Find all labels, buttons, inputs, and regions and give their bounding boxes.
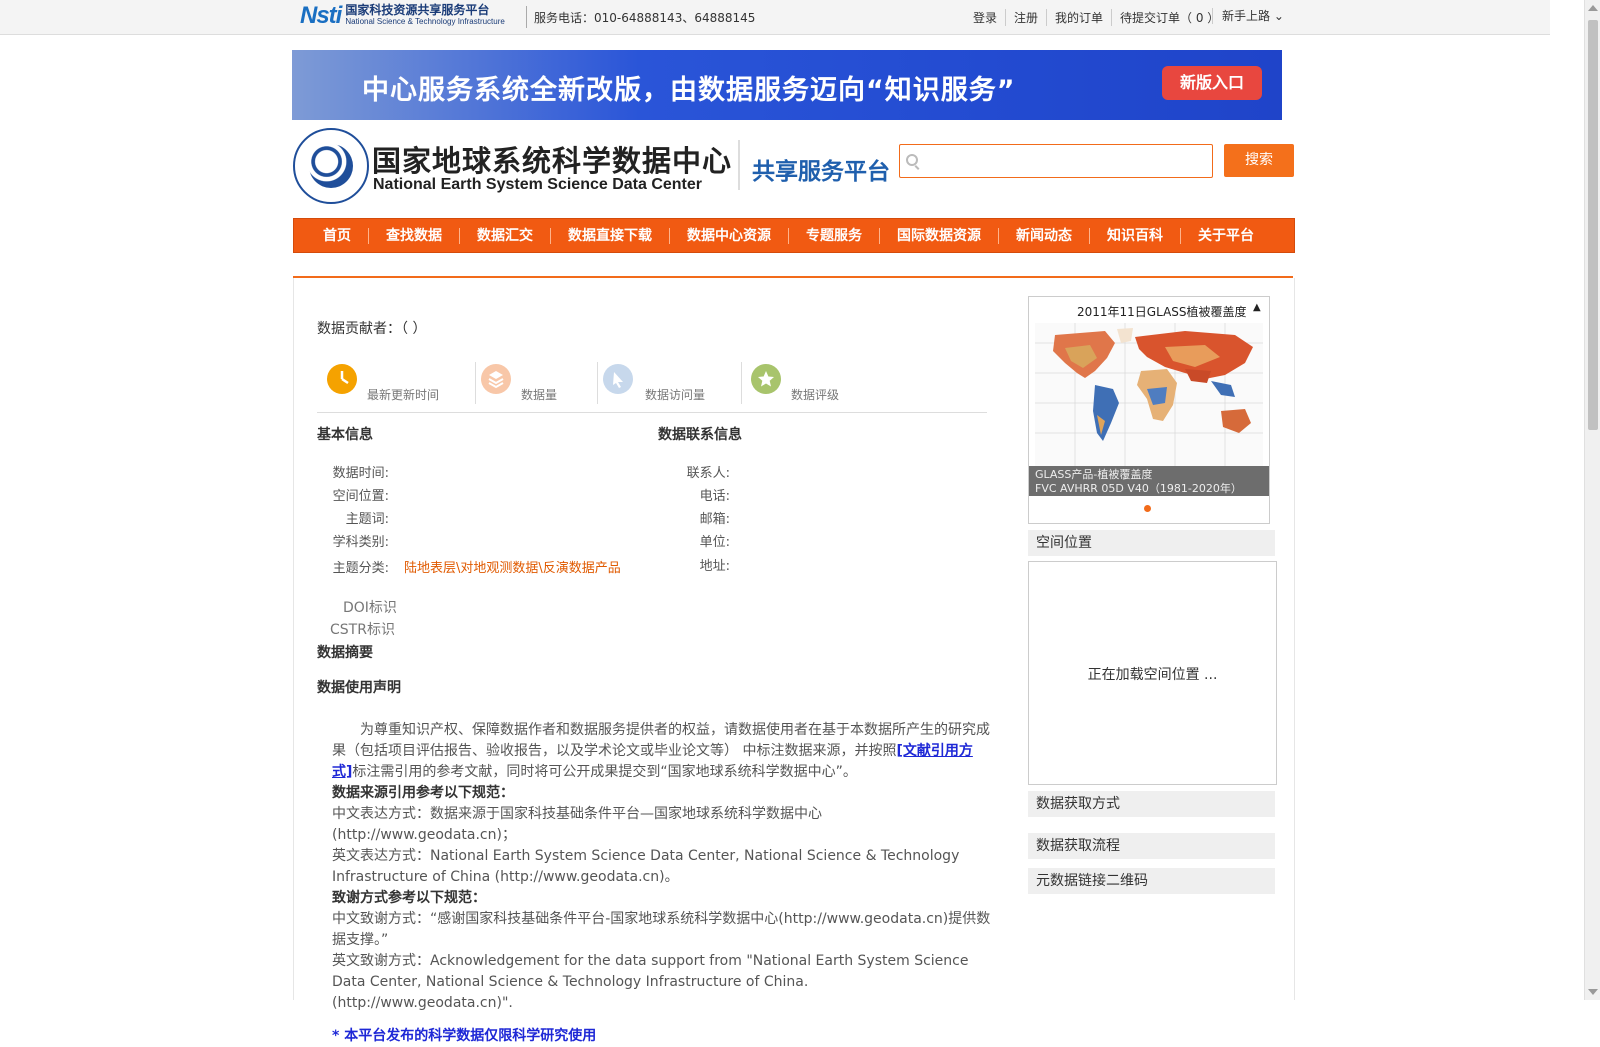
world-map-image	[1035, 323, 1263, 466]
cursor-icon	[603, 364, 633, 394]
layers-icon	[481, 364, 511, 394]
nav-knowledge[interactable]: 知识百科	[1089, 227, 1180, 244]
divider	[597, 362, 598, 404]
abstract-title: 数据摘要	[317, 645, 373, 661]
stats-bar: 最新更新时间 数据量 数据访问量 数据评级	[317, 360, 987, 413]
nav-find-data[interactable]: 查找数据	[368, 227, 459, 244]
ack-cn: 中文致谢方式：“感谢国家科技基础条件平台-国家地球系统科学数据中心(http:/…	[332, 911, 991, 948]
cite-rule-title: 数据来源引用参考以下规范：	[332, 785, 514, 801]
data-contributor: 数据贡献者：（ ）	[317, 321, 427, 337]
cite-cn: 中文表达方式：数据来源于国家科技基础条件平台—国家地球系统科学数据中心(http…	[332, 806, 822, 843]
divider	[1212, 8, 1213, 24]
access-method-tab[interactable]: 数据获取方式	[1028, 791, 1275, 817]
promo-banner[interactable]: 中心服务系统全新改版，由数据服务迈向“知识服务” 新版入口	[292, 50, 1282, 120]
nsti-mark: Nsti	[300, 2, 342, 29]
login-link[interactable]: 登录	[965, 9, 1005, 26]
beginner-guide-dropdown[interactable]: 新手上路 ⌄	[1222, 7, 1284, 24]
slide-title: 2011年11日GLASS植被覆盖度	[1077, 305, 1247, 319]
scroll-up-icon[interactable]	[1588, 5, 1598, 11]
new-version-button[interactable]: 新版入口	[1162, 66, 1262, 100]
field-phone: 电话:	[699, 489, 730, 504]
nav-center-resources[interactable]: 数据中心资源	[669, 227, 788, 244]
hotline: 服务电话：010-64888143、64888145	[534, 11, 756, 25]
field-contact: 联系人:	[686, 466, 730, 481]
field-data-time: 数据时间:	[332, 466, 389, 481]
field-organization: 单位:	[699, 535, 730, 550]
ack-en: 英文致谢方式：Acknowledgement for the data supp…	[332, 953, 969, 1011]
loading-text: 正在加载空间位置 ...	[1087, 667, 1218, 683]
scroll-thumb[interactable]	[1588, 20, 1598, 430]
usage-declaration: 为尊重知识产权、保障数据作者和数据服务提供者的权益，请数据使用者在基于本数据所产…	[332, 720, 992, 1047]
basic-info-title: 基本信息	[317, 427, 373, 443]
slider-dot[interactable]	[1144, 505, 1151, 512]
search-icon	[906, 154, 918, 166]
access-flow-tab[interactable]: 数据获取流程	[1028, 833, 1275, 859]
metadata-qrcode-tab[interactable]: 元数据链接二维码	[1028, 868, 1275, 894]
nav-international-data[interactable]: 国际数据资源	[879, 227, 998, 244]
clock-icon	[327, 364, 357, 394]
banner-text: 中心服务系统全新改版，由数据服务迈向“知识服务”	[362, 75, 1016, 106]
divider	[741, 362, 742, 404]
chevron-down-icon: ⌄	[1273, 9, 1284, 23]
nsti-name-en: National Science & Technology Infrastruc…	[345, 17, 505, 26]
center-logo-icon[interactable]	[293, 128, 369, 204]
cite-en: 英文表达方式：National Earth System Science Dat…	[332, 848, 960, 885]
scroll-down-icon[interactable]	[1588, 989, 1598, 995]
field-discipline: 学科类别:	[332, 535, 389, 550]
spatial-map-panel[interactable]: 正在加载空间位置 ...	[1028, 561, 1277, 785]
org-name-cn: 国家地球系统科学数据中心	[372, 144, 733, 178]
divider	[475, 362, 476, 404]
platform-name: 共享服务平台	[752, 159, 890, 185]
field-keywords: 主题词:	[345, 512, 389, 527]
usage-note: * 本平台发布的科学数据仅限科学研究使用	[332, 1028, 597, 1044]
nav-about[interactable]: 关于平台	[1180, 227, 1271, 244]
doi-label: DOI标识	[343, 600, 397, 616]
star-icon	[751, 364, 781, 394]
search-input[interactable]	[924, 151, 1208, 173]
register-link[interactable]: 注册	[1005, 9, 1046, 26]
nav-news[interactable]: 新闻动态	[998, 227, 1089, 244]
declaration-title: 数据使用声明	[317, 680, 401, 696]
nsti-logo[interactable]: Nsti 国家科技资源共享服务平台 National Science & Tec…	[300, 2, 505, 29]
my-orders-link[interactable]: 我的订单	[1046, 9, 1111, 26]
user-links: 登录 注册 我的订单 待提交订单（ 0 ）	[965, 9, 1227, 26]
cstr-label: CSTR标识	[330, 622, 395, 638]
slide-caption: GLASS产品-植被覆盖度 FVC AVHRR 05D V40（1981-202…	[1029, 466, 1269, 496]
field-topic: 主题分类:	[332, 561, 389, 576]
nav-topic-services[interactable]: 专题服务	[788, 227, 879, 244]
nav-data-submission[interactable]: 数据汇交	[459, 227, 550, 244]
nsti-name-cn: 国家科技资源共享服务平台	[345, 3, 490, 17]
north-arrow-icon: ▲	[1253, 302, 1261, 313]
main-nav: 首页 查找数据 数据汇交 数据直接下载 数据中心资源 专题服务 国际数据资源 新…	[293, 218, 1295, 253]
page-scrollbar[interactable]	[1584, 0, 1600, 1000]
top-bar: Nsti 国家科技资源共享服务平台 National Science & Tec…	[0, 0, 1550, 35]
spatial-location-title: 空间位置	[1028, 530, 1275, 556]
image-slider[interactable]: 2011年11日GLASS植被覆盖度 ▲ GLASS产品-植被覆盖度 FVC A…	[1028, 296, 1270, 524]
org-name-en: National Earth System Science Data Cente…	[373, 176, 703, 193]
contact-info-title: 数据联系信息	[658, 427, 742, 443]
field-spatial: 空间位置:	[332, 489, 389, 504]
pending-orders-link[interactable]: 待提交订单（ 0 ）	[1111, 9, 1227, 26]
divider	[738, 140, 740, 190]
divider	[526, 6, 527, 28]
nav-direct-download[interactable]: 数据直接下载	[550, 227, 669, 244]
search-box	[899, 144, 1213, 178]
field-email: 邮箱:	[699, 512, 730, 527]
field-address: 地址:	[699, 559, 730, 574]
ack-rule-title: 致谢方式参考以下规范：	[332, 890, 486, 906]
topic-value[interactable]: 陆地表层\对地观测数据\反演数据产品	[404, 557, 621, 576]
nav-home[interactable]: 首页	[294, 228, 368, 244]
search-button[interactable]: 搜索	[1224, 144, 1294, 177]
